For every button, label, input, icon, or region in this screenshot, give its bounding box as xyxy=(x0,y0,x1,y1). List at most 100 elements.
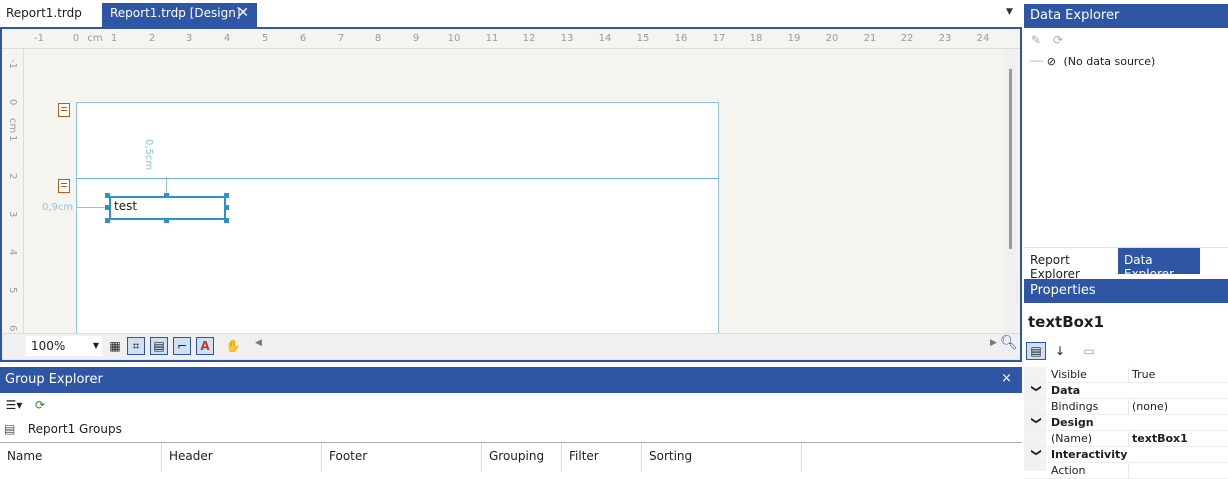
text-style-icon[interactable]: A xyxy=(196,337,214,355)
groups-icon: ▤ xyxy=(4,422,16,436)
data-explorer-toolbar: ✎ ⟳ xyxy=(1024,29,1228,51)
resize-handle[interactable] xyxy=(105,193,110,198)
tab-report-explorer[interactable]: Report Explorer xyxy=(1024,248,1118,281)
ruler-tick-label: 24 xyxy=(976,33,990,44)
horizontal-ruler: -1 0 cm 1 2 3 4 5 6 7 8 9 10 11 12 13 14 15 16 17 18 19 20 21 22… xyxy=(2,29,1020,49)
property-row-action[interactable]: Action xyxy=(1024,463,1228,479)
resize-handle[interactable] xyxy=(105,205,110,210)
section-bands-icon[interactable]: ▤ xyxy=(150,337,168,355)
chevron-down-icon[interactable]: ❯ xyxy=(1031,448,1042,456)
ruler-tick-label: 12 xyxy=(522,33,536,44)
group-columns-header: Name Header Footer Grouping Filter Sorti… xyxy=(0,442,1022,472)
column-header-header[interactable]: Header xyxy=(162,443,322,472)
pan-hand-icon[interactable]: ✋ xyxy=(224,337,242,355)
categorized-view-icon[interactable]: ▤ xyxy=(1026,342,1046,360)
properties-toolbar: ▤ ↓ ▭ xyxy=(1024,340,1228,364)
tree-item-label: (No data source) xyxy=(1063,55,1156,68)
ruler-tick-label: 8 xyxy=(374,33,382,44)
ruler-tick-label: 14 xyxy=(598,33,612,44)
property-row-bindings[interactable]: Bindings (none) xyxy=(1024,399,1228,415)
zoom-select[interactable]: 100% ▼ xyxy=(26,336,102,356)
data-source-tree-item[interactable]: ┈┈ ⊘ (No data source) xyxy=(1030,55,1155,68)
resize-handle[interactable] xyxy=(105,218,110,223)
vertical-ruler: -1 0 cm 1 2 3 4 5 6 xyxy=(2,49,24,333)
column-header-sorting[interactable]: Sorting xyxy=(642,443,802,472)
property-row-name[interactable]: (Name) textBox1 xyxy=(1024,431,1228,447)
rulers-icon[interactable]: ⌐ xyxy=(173,337,191,355)
property-category-interactivity[interactable]: ❯ Interactivity xyxy=(1024,447,1228,463)
refresh-icon[interactable]: ⟳ xyxy=(31,396,49,414)
property-value[interactable]: textBox1 xyxy=(1132,432,1188,445)
ruler-tick-label: 23 xyxy=(938,33,952,44)
resize-handle[interactable] xyxy=(224,193,229,198)
grid-icon[interactable]: ▦ xyxy=(106,337,124,355)
resize-handle[interactable] xyxy=(224,205,229,210)
column-header-filter[interactable]: Filter xyxy=(562,443,642,472)
category-label: Data xyxy=(1051,384,1081,397)
ruler-tick-label: 5 xyxy=(261,33,269,44)
ruler-tick-label: 15 xyxy=(636,33,650,44)
ruler-tick-label: 1 xyxy=(7,135,18,142)
property-row-visible[interactable]: Visible True xyxy=(1024,367,1228,383)
scroll-left-icon[interactable]: ◀ xyxy=(255,338,262,348)
detail-section-icon[interactable] xyxy=(58,179,70,193)
resize-handle[interactable] xyxy=(164,218,169,223)
groups-label: Report1 Groups xyxy=(27,422,122,436)
ruler-tick-label: 11 xyxy=(485,33,499,44)
ruler-tick-label: 2 xyxy=(148,33,156,44)
tab-report1-design[interactable]: Report1.trdp [Design] ✕ xyxy=(102,3,257,29)
ruler-tick-label: 1 xyxy=(110,33,118,44)
view-options-icon[interactable]: ☰▾ xyxy=(2,396,26,414)
tab-report1[interactable]: Report1.trdp xyxy=(0,3,102,27)
magnifier-icon[interactable]: 🔍︎ xyxy=(1000,335,1018,351)
ruler-tick-label: 9 xyxy=(412,33,420,44)
property-value[interactable]: True xyxy=(1132,368,1155,381)
ruler-tick-label: 22 xyxy=(900,33,914,44)
refresh-icon[interactable]: ⟳ xyxy=(1049,31,1067,49)
edit-datasource-icon[interactable]: ✎ xyxy=(1027,31,1045,49)
column-header-name[interactable]: Name xyxy=(0,443,162,472)
property-category-design[interactable]: ❯ Design xyxy=(1024,415,1228,431)
property-category-data[interactable]: ❯ Data xyxy=(1024,383,1228,399)
ruler-tick-label: 17 xyxy=(712,33,726,44)
tab-list-dropdown-icon[interactable]: ▼ xyxy=(1006,7,1013,17)
ruler-tick-label: 6 xyxy=(7,325,18,332)
property-key: (Name) xyxy=(1051,432,1093,445)
properties-title: Properties xyxy=(1024,279,1228,303)
category-label: Design xyxy=(1051,416,1094,429)
close-icon[interactable]: ✕ xyxy=(237,5,249,21)
close-icon[interactable]: × xyxy=(1001,371,1012,386)
horizontal-dimension-label: 0,9cm xyxy=(42,202,74,213)
chevron-down-icon[interactable]: ❯ xyxy=(1031,384,1042,392)
data-explorer-title: Data Explorer xyxy=(1024,4,1228,28)
ruler-tick-label: 10 xyxy=(447,33,461,44)
scrollbar-thumb[interactable] xyxy=(1009,69,1012,249)
page-header-section-icon[interactable] xyxy=(58,103,70,117)
group-tree-root[interactable]: ▤ Report1 Groups xyxy=(0,418,1022,440)
scroll-right-icon[interactable]: ▶ xyxy=(990,338,997,348)
column-header-grouping[interactable]: Grouping xyxy=(482,443,562,472)
property-value[interactable]: (none) xyxy=(1132,400,1168,413)
ruler-tick-label: 21 xyxy=(863,33,877,44)
property-key: Visible xyxy=(1051,368,1087,381)
chevron-down-icon[interactable]: ❯ xyxy=(1031,416,1042,424)
ruler-tick-label: 20 xyxy=(825,33,839,44)
tab-data-explorer[interactable]: Data Explorer xyxy=(1118,248,1200,281)
alphabetical-sort-icon[interactable]: ↓ xyxy=(1050,342,1070,360)
vertical-scrollbar[interactable] xyxy=(1004,49,1020,333)
column-header-footer[interactable]: Footer xyxy=(322,443,482,472)
document-tab-strip: Report1.trdp Report1.trdp [Design] ✕ ▼ xyxy=(0,0,1022,29)
resize-handle[interactable] xyxy=(164,193,169,198)
zoom-value: 100% xyxy=(31,339,66,353)
resize-handle[interactable] xyxy=(224,218,229,223)
ruler-tick-label: 0 xyxy=(72,33,80,44)
group-explorer-title-bar: Group Explorer × xyxy=(0,367,1022,393)
ruler-tick-label: 7 xyxy=(337,33,345,44)
ruler-tick-label: 19 xyxy=(787,33,801,44)
tab-label: Report1.trdp [Design] xyxy=(110,6,241,20)
textbox1-item[interactable]: test xyxy=(109,196,226,220)
selected-object-name: textBox1 xyxy=(1028,313,1105,331)
snap-to-grid-icon[interactable]: ⌗ xyxy=(127,337,145,355)
property-pages-icon[interactable]: ▭ xyxy=(1080,342,1098,360)
property-key: Bindings xyxy=(1051,400,1099,413)
